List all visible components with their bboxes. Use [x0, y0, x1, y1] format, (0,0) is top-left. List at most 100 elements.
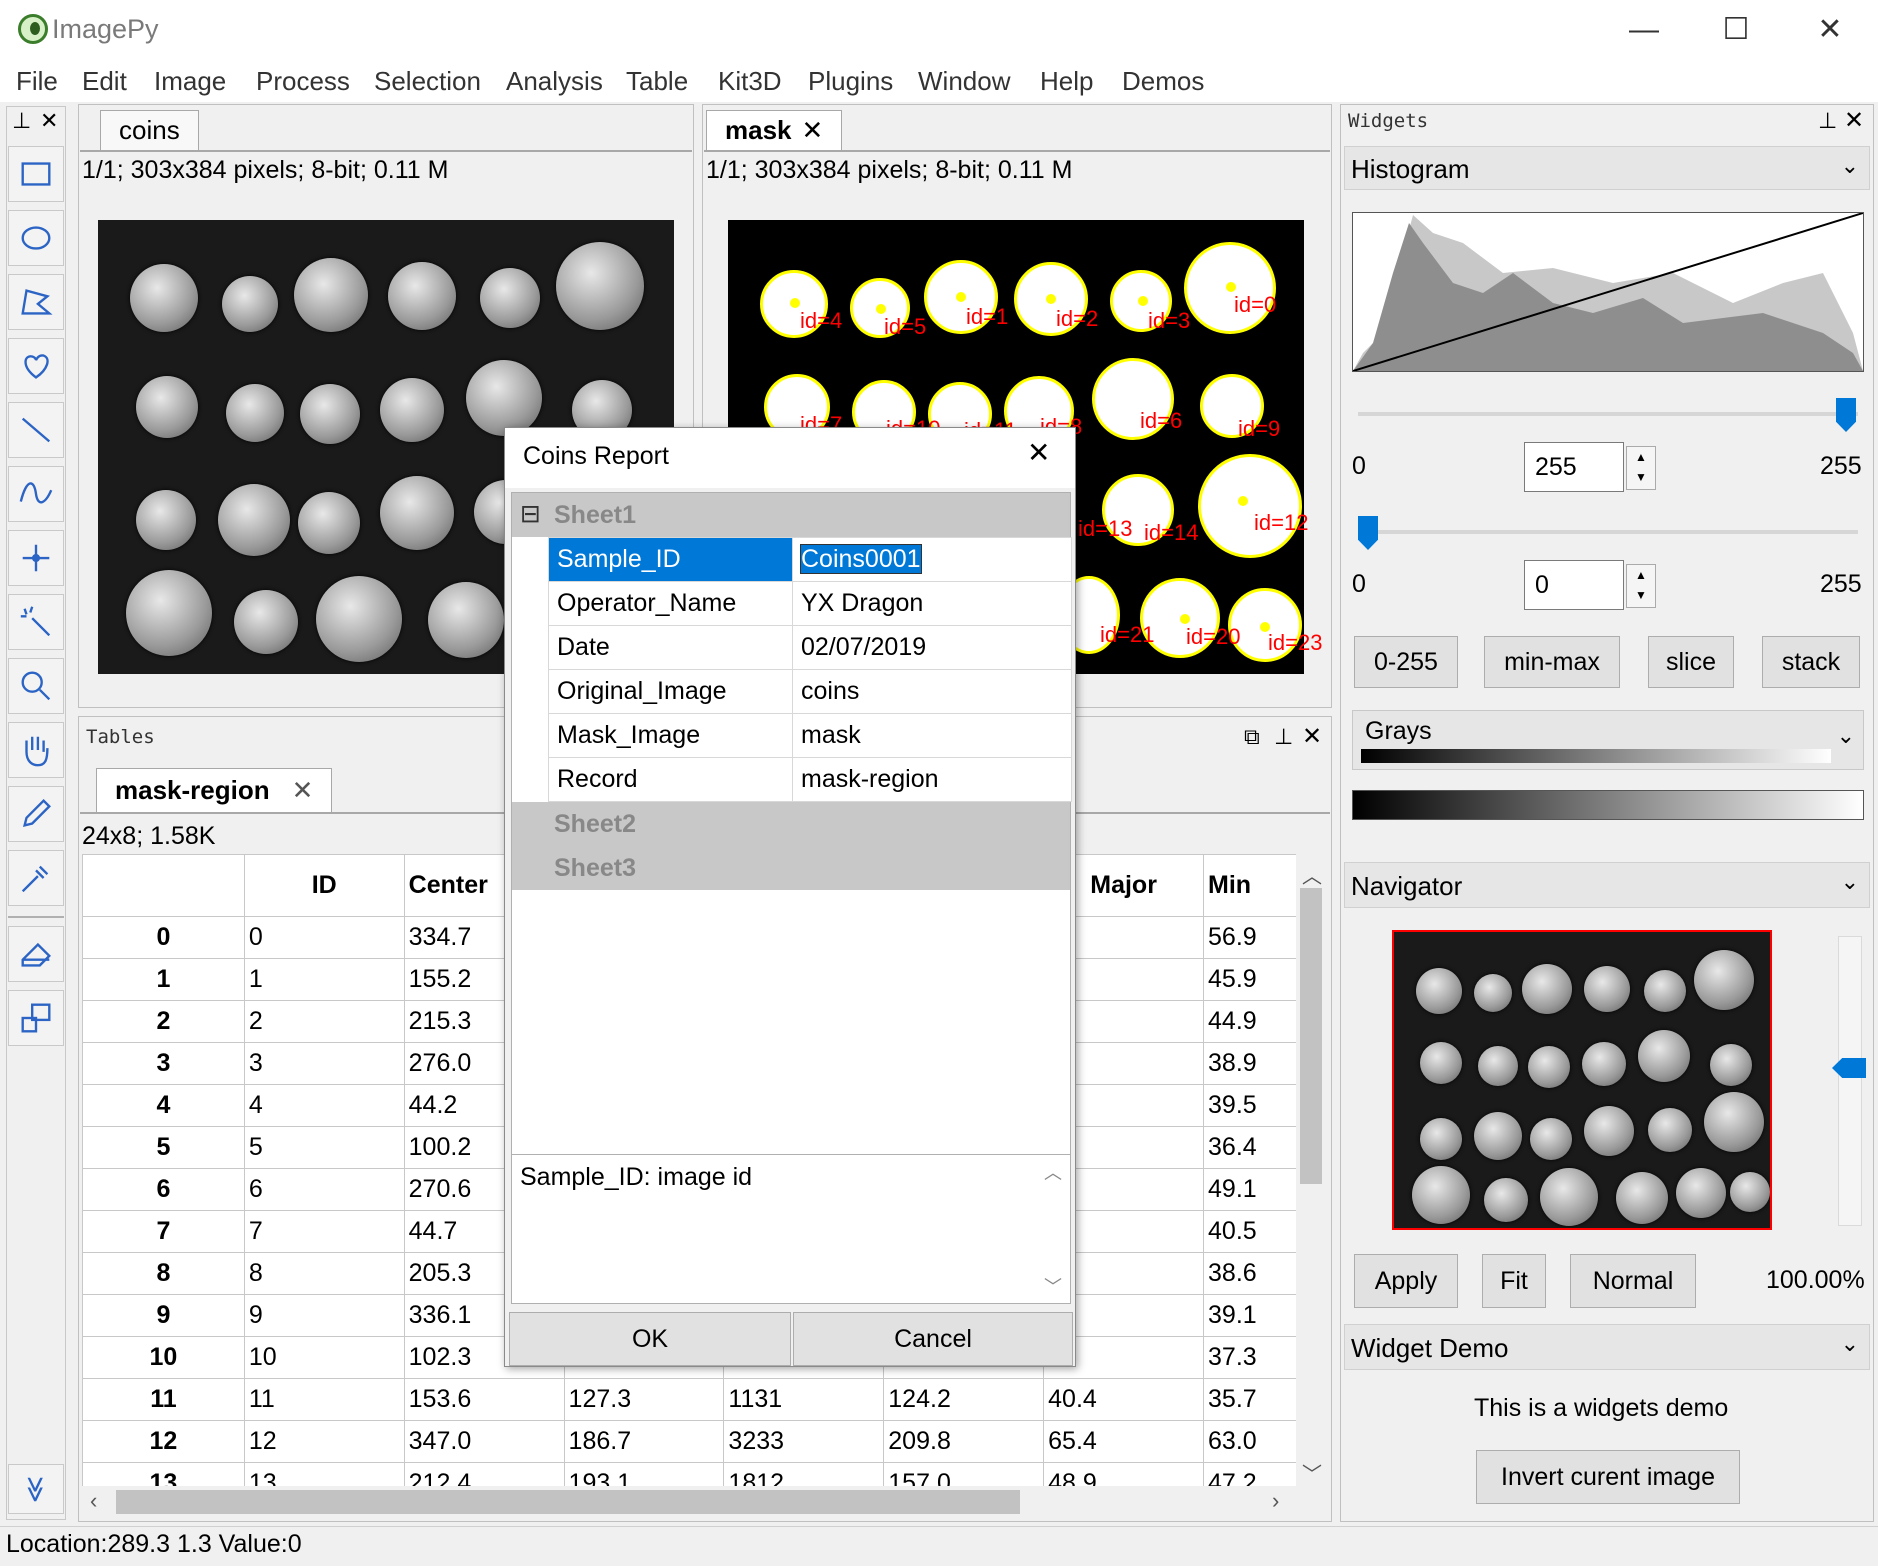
table-row[interactable]: 12 12 347.0 186.7 3233 209.8 65.4 63.0 — [82, 1420, 1296, 1463]
scroll-down-icon[interactable]: ﹀ — [1044, 1273, 1062, 1299]
table-cell[interactable]: 37.3 — [1203, 1336, 1296, 1379]
tab-mask-region[interactable]: mask-region ✕ — [96, 768, 333, 812]
rectangle-icon[interactable] — [8, 146, 64, 202]
lower-slider-track[interactable] — [1358, 530, 1858, 534]
row-header[interactable]: 6 — [82, 1168, 245, 1211]
min-max-button[interactable]: min-max — [1484, 636, 1620, 688]
table-cell[interactable]: 3 — [243, 1042, 405, 1085]
color-picker-icon[interactable] — [8, 850, 64, 906]
scroll-down-icon[interactable]: ﹀ — [1302, 1458, 1322, 1487]
table-cell[interactable]: 36.4 — [1203, 1126, 1296, 1169]
close-window-button[interactable]: ✕ — [1800, 10, 1860, 50]
table-cell[interactable]: 124.2 — [883, 1378, 1045, 1421]
scroll-up-icon[interactable]: ︿ — [1302, 860, 1322, 889]
fit-button[interactable]: Fit — [1482, 1254, 1546, 1308]
prop-value[interactable]: mask-region — [792, 757, 1072, 802]
row-header[interactable]: 3 — [82, 1042, 245, 1085]
collapse-icon[interactable]: ⊟ — [520, 492, 541, 536]
row-header[interactable]: 1 — [82, 958, 245, 1001]
table-cell[interactable]: 209.8 — [883, 1420, 1045, 1463]
navigator-zoom-slider[interactable] — [1838, 936, 1862, 1226]
table-cell[interactable]: 47.2 — [1203, 1462, 1296, 1486]
table-cell[interactable]: 38.9 — [1203, 1042, 1296, 1085]
scroll-left-icon[interactable]: ‹ — [90, 1488, 97, 1514]
table-cell[interactable]: 193.1 — [563, 1462, 725, 1486]
table-cell[interactable]: 45.9 — [1203, 958, 1296, 1001]
point-icon[interactable] — [8, 530, 64, 586]
table-cell[interactable]: 38.6 — [1203, 1252, 1296, 1295]
table-cell[interactable]: 9 — [243, 1294, 405, 1337]
lower-value-spinner[interactable]: ▲ ▼ — [1626, 564, 1656, 608]
column-header-id[interactable]: ID — [243, 854, 405, 917]
pin-icon[interactable]: ⊥ — [1274, 724, 1293, 750]
menu-help[interactable]: Help — [1040, 66, 1093, 97]
toolbar-close-icon[interactable]: ✕ — [40, 108, 58, 134]
table-cell[interactable]: 4 — [243, 1084, 405, 1127]
table-cell[interactable]: 127.3 — [563, 1378, 725, 1421]
table-cell[interactable]: 10 — [243, 1336, 405, 1379]
ellipse-icon[interactable] — [8, 210, 64, 266]
polygon-icon[interactable] — [8, 274, 64, 330]
prop-row-sample-id[interactable]: Sample_ID Coins0001 — [548, 537, 1072, 582]
table-cell[interactable]: 0 — [243, 916, 405, 959]
scroll-up-icon[interactable]: ︿ — [1044, 1159, 1062, 1185]
prop-value[interactable]: coins — [792, 669, 1072, 714]
row-header[interactable]: 5 — [82, 1126, 245, 1169]
table-horizontal-scroll-thumb[interactable] — [116, 1490, 1020, 1514]
table-row[interactable]: 13 13 212.4 193.1 1812 157.0 48.9 47.2 — [82, 1462, 1296, 1486]
lower-value-input[interactable]: 0 — [1524, 560, 1624, 610]
transform-icon[interactable] — [8, 990, 64, 1046]
lut-gradient-bar[interactable] — [1352, 790, 1864, 820]
dialog-close-button[interactable]: ✕ — [1027, 436, 1050, 469]
table-cell[interactable]: 3233 — [723, 1420, 885, 1463]
tables-close-icon[interactable]: ✕ — [1302, 722, 1322, 751]
magic-wand-icon[interactable] — [8, 594, 64, 650]
tab-mask-close-icon[interactable]: ✕ — [802, 115, 824, 145]
prop-value[interactable]: mask — [792, 713, 1072, 758]
prop-row-original-image[interactable]: Original_Image coins — [548, 669, 1072, 714]
prop-value[interactable]: 02/07/2019 — [792, 625, 1072, 670]
stack-button[interactable]: stack — [1762, 636, 1860, 688]
navigator-header[interactable]: Navigator ⌄ — [1344, 862, 1870, 908]
table-cell[interactable]: 2 — [243, 1000, 405, 1043]
table-cell[interactable]: 44.9 — [1203, 1000, 1296, 1043]
widget-demo-header[interactable]: Widget Demo ⌄ — [1344, 1324, 1870, 1370]
line-icon[interactable] — [8, 402, 64, 458]
pencil-icon[interactable] — [8, 786, 64, 842]
table-cell[interactable]: 12 — [243, 1420, 405, 1463]
pin-icon[interactable]: ⊥ — [1818, 108, 1837, 134]
row-header[interactable]: 2 — [82, 1000, 245, 1043]
prop-row-record[interactable]: Record mask-region — [548, 757, 1072, 802]
row-header[interactable]: 13 — [82, 1462, 245, 1486]
table-cell[interactable]: 49.1 — [1203, 1168, 1296, 1211]
curve-icon[interactable] — [8, 466, 64, 522]
table-cell[interactable]: 65.4 — [1043, 1420, 1205, 1463]
table-cell[interactable]: 40.4 — [1043, 1378, 1205, 1421]
tab-mask-region-close-icon[interactable]: ✕ — [292, 775, 314, 805]
ok-button[interactable]: OK — [509, 1312, 791, 1366]
prop-value-input[interactable]: Coins0001 — [792, 537, 1072, 582]
table-cell[interactable]: 63.0 — [1203, 1420, 1296, 1463]
row-header[interactable]: 10 — [82, 1336, 245, 1379]
freehand-icon[interactable] — [8, 338, 64, 394]
table-cell[interactable]: 39.1 — [1203, 1294, 1296, 1337]
row-header[interactable]: 4 — [82, 1084, 245, 1127]
eraser-icon[interactable] — [8, 926, 64, 982]
table-cell[interactable]: 186.7 — [563, 1420, 725, 1463]
menu-demos[interactable]: Demos — [1122, 66, 1204, 97]
table-cell[interactable]: 40.5 — [1203, 1210, 1296, 1253]
sheet3-header[interactable]: Sheet3 — [512, 846, 1070, 890]
table-vertical-scroll-thumb[interactable] — [1300, 888, 1322, 1184]
apply-button[interactable]: Apply — [1354, 1254, 1458, 1308]
row-header[interactable]: 12 — [82, 1420, 245, 1463]
table-cell[interactable]: 1812 — [723, 1462, 885, 1486]
table-cell[interactable]: 1 — [243, 958, 405, 1001]
table-cell[interactable]: 7 — [243, 1210, 405, 1253]
minimize-button[interactable]: — — [1614, 10, 1674, 50]
table-row[interactable]: 11 11 153.6 127.3 1131 124.2 40.4 35.7 — [82, 1378, 1296, 1421]
normal-button[interactable]: Normal — [1570, 1254, 1696, 1308]
slice-button[interactable]: slice — [1648, 636, 1734, 688]
table-cell[interactable]: 39.5 — [1203, 1084, 1296, 1127]
row-header[interactable]: 8 — [82, 1252, 245, 1295]
menu-selection[interactable]: Selection — [374, 66, 481, 97]
